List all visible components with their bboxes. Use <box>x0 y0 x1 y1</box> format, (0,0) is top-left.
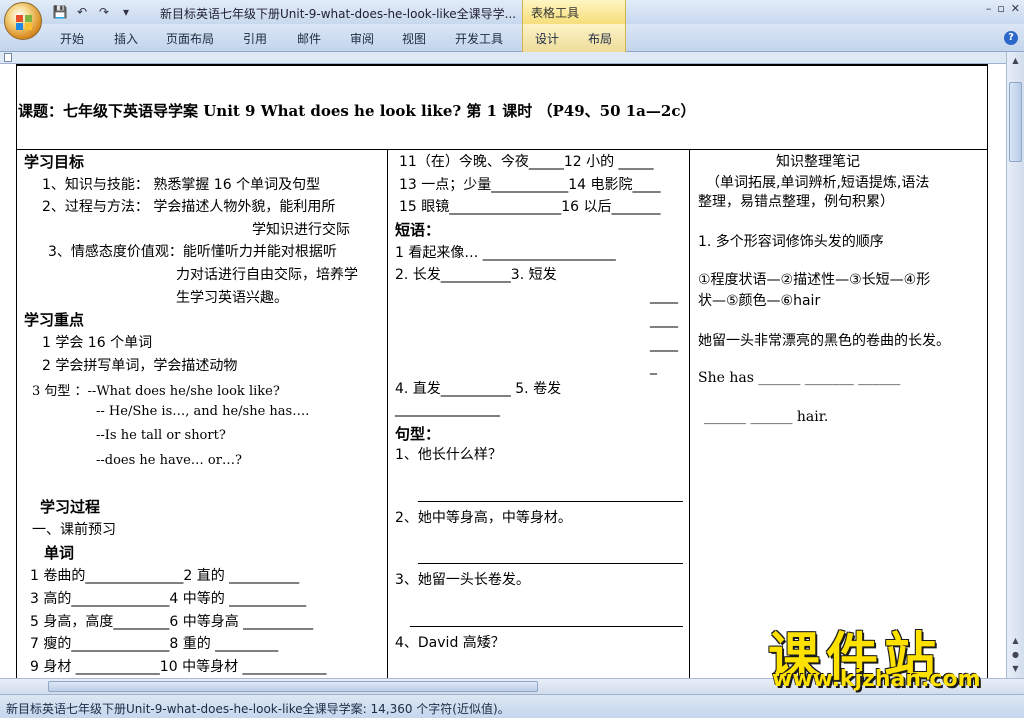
save-icon[interactable]: 💾 <box>52 4 68 20</box>
vocab-row-3: 15 眼镜________________16 以后_______ <box>399 199 661 215</box>
table-tools-label: 表格工具 <box>531 6 580 20</box>
help-icon[interactable]: ? <box>1004 31 1018 45</box>
note-1: 1. 多个形容词修饰头发的顺序 <box>698 234 884 250</box>
window-title: 新目标英语七年级下册Unit-9-what-does-he-look-like全… <box>160 7 517 21</box>
answer-line-3 <box>410 626 683 627</box>
notes-intro-2: 整理，易错点整理，例句积累） <box>698 194 894 210</box>
undo-icon[interactable]: ↶ <box>74 4 90 20</box>
note-3: 她留一头非常漂亮的黑色的卷曲的长发。 <box>698 333 950 349</box>
lesson-header: 课题：七年级下英语导学案 Unit 9 What does he look li… <box>18 102 696 120</box>
tab-references[interactable]: 引用 <box>243 30 267 47</box>
key-1: 1 学会 16 个单词 <box>42 335 153 351</box>
tab-home[interactable]: 开始 <box>60 30 84 47</box>
select-browse-icon[interactable]: ● <box>1009 648 1022 661</box>
process-title: 学习过程 <box>40 498 101 516</box>
sentence-3: 3、她留一头长卷发。 <box>395 572 530 588</box>
sentence-4: 4、David 高矮？ <box>395 635 505 651</box>
vertical-scrollbar[interactable]: ▲ ▲ ● ▼ <box>1006 52 1024 678</box>
words-title: 单词 <box>44 544 75 562</box>
goal-3b: 力对话进行自由交际，培养学 <box>176 267 358 283</box>
tab-developer[interactable]: 开发工具 <box>455 30 503 47</box>
scroll-up-icon[interactable]: ▲ <box>1009 54 1022 67</box>
phrase-blank-c: ____ <box>650 336 678 352</box>
sentence-1: 1、他长什么样？ <box>395 447 502 463</box>
phrases-title: 短语： <box>395 221 441 239</box>
office-logo-icon <box>16 15 32 30</box>
word-row-3: 5 身高，高度________6 中等身高 __________ <box>30 614 314 630</box>
word-row-2: 3 高的______________4 中等的 ___________ <box>30 591 307 607</box>
status-bar: 新目标英语七年级下册Unit-9-what-does-he-look-like全… <box>0 694 1024 718</box>
notes-intro: （单词拓展,单词辨析,短语提炼,语法 <box>706 175 930 191</box>
key-2: 2 学会拼写单词，学会描述动物 <box>42 358 238 374</box>
close-button[interactable]: ✕ <box>1011 2 1020 15</box>
watermark-url: www.kjzhan.com <box>772 667 981 692</box>
notes-title: 知识整理笔记 <box>776 154 860 170</box>
note-2: ①程度状语—②描述性—③长短—④形 <box>698 272 931 288</box>
goal-1: 1、知识与技能： 熟悉掌握 16 个单词及句型 <box>42 177 321 193</box>
tab-insert[interactable]: 插入 <box>114 30 138 47</box>
tab-view[interactable]: 视图 <box>402 30 426 47</box>
vocab-row-1: 11（在）今晚、今夜_____12 小的 _____ <box>399 154 654 170</box>
phrase-1: 1 看起来像… ___________________ <box>395 245 616 261</box>
phrase-4: 4. 直发__________ 5. 卷发 <box>395 381 562 397</box>
phrase-blank-d: _ <box>650 359 657 375</box>
goal-3c: 生学习英语兴趣。 <box>176 290 288 306</box>
watermark-logo: 课件站 www.kjzhan.com <box>768 615 1008 695</box>
restore-button[interactable]: ▫ <box>997 2 1004 15</box>
ruler <box>0 52 1024 64</box>
ribbon-tabs: 开始 插入 页面布局 引用 邮件 审阅 视图 开发工具 设计 布局 <box>0 24 1024 52</box>
page-down-icon[interactable]: ▼ <box>1009 662 1022 675</box>
preview-title: 一、课前预习 <box>32 522 116 538</box>
vertical-scroll-thumb[interactable] <box>1009 82 1022 162</box>
horizontal-scroll-thumb[interactable] <box>48 681 538 692</box>
minimize-button[interactable]: – <box>986 2 992 15</box>
goal-3: 3、情感态度价值观：能听懂听力并能对根据听 <box>48 244 337 260</box>
key-3: 3 句型 ：--What does he/she look like? <box>32 384 280 399</box>
tab-layout[interactable]: 布局 <box>588 30 612 47</box>
note-5: ______ ______ hair. <box>704 409 829 425</box>
goals-title: 学习目标 <box>24 153 85 171</box>
phrase-blank-a: ____ <box>650 288 678 304</box>
sentence-2: 2、她中等身高，中等身材。 <box>395 510 572 526</box>
phrase-blank-b: ____ <box>650 312 678 328</box>
answer-line-2 <box>418 563 683 564</box>
note-4: She has ______ _______ ______ <box>698 370 901 386</box>
page-up-icon[interactable]: ▲ <box>1009 634 1022 647</box>
title-bar: 💾 ↶ ↷ ▾ 新目标英语七年级下册Unit-9-what-does-he-lo… <box>0 0 1024 24</box>
tab-design[interactable]: 设计 <box>535 30 559 47</box>
table-tools-group: 表格工具 <box>522 0 626 24</box>
window-controls: – ▫ ✕ <box>986 2 1020 15</box>
ruler-tab-selector[interactable] <box>4 53 12 62</box>
redo-icon[interactable]: ↷ <box>96 4 112 20</box>
goal-2b: 学知识进行交际 <box>252 222 350 238</box>
tab-page-layout[interactable]: 页面布局 <box>166 30 214 47</box>
word-row-5: 9 身材 ____________10 中等身材 ____________ <box>30 659 327 675</box>
key-3d: --does he have… or…? <box>96 453 242 468</box>
note-2b: 状—⑤颜色—⑥hair <box>698 293 821 309</box>
customize-qat-icon[interactable]: ▾ <box>118 4 134 20</box>
office-button[interactable] <box>4 2 42 40</box>
key-points-title: 学习重点 <box>24 311 85 329</box>
sentences-title: 句型： <box>395 425 441 443</box>
document-page[interactable]: 课题：七年级下英语导学案 Unit 9 What does he look li… <box>0 64 1006 678</box>
goal-2: 2、过程与方法： 学会描述人物外貌，能利用所 <box>42 199 336 215</box>
quick-access-toolbar: 💾 ↶ ↷ ▾ <box>50 3 134 21</box>
tab-mailings[interactable]: 邮件 <box>297 30 321 47</box>
word-row-1: 1 卷曲的______________2 直的 __________ <box>30 568 300 584</box>
key-3b: -- He/She is…, and he/she has…. <box>96 404 310 419</box>
phrase-4b: _______________ <box>395 401 500 417</box>
status-text: 新目标英语七年级下册Unit-9-what-does-he-look-like全… <box>6 702 510 716</box>
tab-review[interactable]: 审阅 <box>350 30 374 47</box>
answer-line-1 <box>418 501 683 502</box>
word-row-4: 7 瘦的______________8 重的 _________ <box>30 636 279 652</box>
key-3c: --Is he tall or short? <box>96 428 226 443</box>
vocab-row-2: 13 一点；少量___________14 电影院____ <box>399 177 661 193</box>
phrase-2: 2. 长发__________3. 短发 <box>395 267 557 283</box>
